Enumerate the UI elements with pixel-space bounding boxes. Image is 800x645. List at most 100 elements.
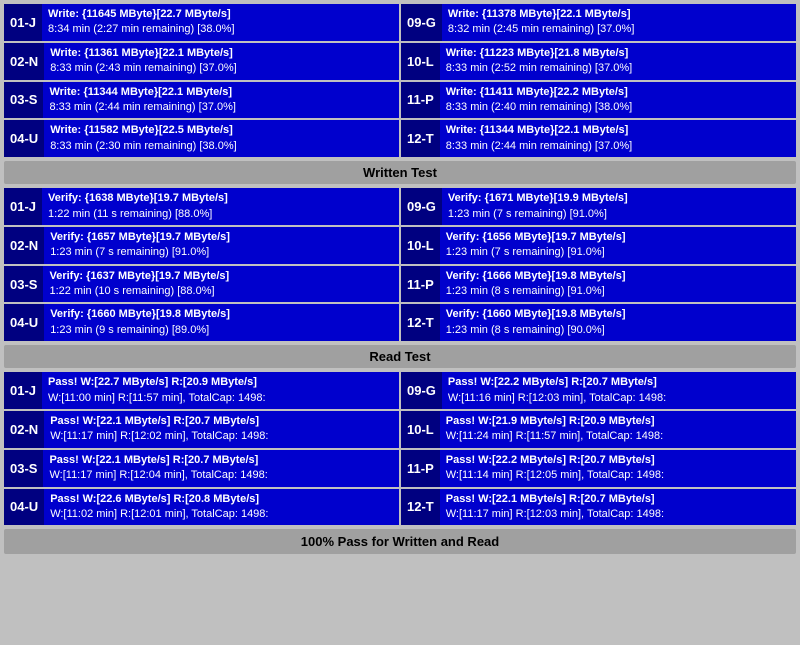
line1: Verify: {1637 MByte}[19.7 MByte/s]: [49, 269, 393, 284]
device-label: 04-U: [4, 489, 44, 526]
line1: Pass! W:[21.9 MByte/s] R:[20.9 MByte/s]: [446, 414, 790, 429]
cell-content: Write: {11411 MByte}[22.2 MByte/s] 8:33 …: [440, 82, 796, 119]
cell-04u: 04-U Pass! W:[22.6 MByte/s] R:[20.8 MByt…: [4, 489, 399, 526]
cell-03s: 03-S Write: {11344 MByte}[22.1 MByte/s] …: [4, 82, 399, 119]
status-bar: 100% Pass for Written and Read: [4, 529, 796, 554]
line1: Verify: {1656 MByte}[19.7 MByte/s]: [446, 230, 790, 245]
line2: 1:23 min (8 s remaining) [90.0%]: [446, 323, 790, 338]
cell-content: Verify: {1660 MByte}[19.8 MByte/s] 1:23 …: [44, 304, 399, 341]
cell-10l: 10-L Pass! W:[21.9 MByte/s] R:[20.9 MByt…: [401, 411, 796, 448]
line1: Verify: {1660 MByte}[19.8 MByte/s]: [446, 307, 790, 322]
device-label: 03-S: [4, 450, 43, 487]
cell-content: Verify: {1671 MByte}[19.9 MByte/s] 1:23 …: [442, 188, 796, 225]
cell-04u: 04-U Verify: {1660 MByte}[19.8 MByte/s] …: [4, 304, 399, 341]
line1: Write: {11582 MByte}[22.5 MByte/s]: [50, 123, 393, 138]
line1: Pass! W:[22.6 MByte/s] R:[20.8 MByte/s]: [50, 492, 393, 507]
write-section: 01-J Write: {11645 MByte}[22.7 MByte/s] …: [4, 4, 796, 184]
line1: Pass! W:[22.1 MByte/s] R:[20.7 MByte/s]: [49, 453, 393, 468]
cell-01j: 01-J Write: {11645 MByte}[22.7 MByte/s] …: [4, 4, 399, 41]
cell-02n: 02-N Verify: {1657 MByte}[19.7 MByte/s] …: [4, 227, 399, 264]
line2: W:[11:17 min] R:[12:03 min], TotalCap: 1…: [446, 507, 790, 522]
cell-content: Write: {11645 MByte}[22.7 MByte/s] 8:34 …: [42, 4, 399, 41]
device-label: 10-L: [401, 227, 440, 264]
line2: 1:23 min (9 s remaining) [89.0%]: [50, 323, 393, 338]
write-grid: 01-J Write: {11645 MByte}[22.7 MByte/s] …: [4, 4, 796, 157]
cell-02n: 02-N Write: {11361 MByte}[22.1 MByte/s] …: [4, 43, 399, 80]
device-label: 09-G: [401, 372, 442, 409]
device-label: 01-J: [4, 4, 42, 41]
line1: Verify: {1660 MByte}[19.8 MByte/s]: [50, 307, 393, 322]
cell-content: Write: {11223 MByte}[21.8 MByte/s] 8:33 …: [440, 43, 796, 80]
line1: Pass! W:[22.2 MByte/s] R:[20.7 MByte/s]: [446, 453, 790, 468]
cell-content: Write: {11344 MByte}[22.1 MByte/s] 8:33 …: [440, 120, 796, 157]
device-label: 04-U: [4, 120, 44, 157]
cell-content: Pass! W:[21.9 MByte/s] R:[20.9 MByte/s] …: [440, 411, 796, 448]
device-label: 03-S: [4, 266, 43, 303]
cell-content: Verify: {1637 MByte}[19.7 MByte/s] 1:22 …: [43, 266, 399, 303]
device-label: 09-G: [401, 188, 442, 225]
line2: 8:33 min (2:30 min remaining) [38.0%]: [50, 139, 393, 154]
line1: Pass! W:[22.7 MByte/s] R:[20.9 MByte/s]: [48, 375, 393, 390]
line2: W:[11:02 min] R:[12:01 min], TotalCap: 1…: [50, 507, 393, 522]
cell-content: Pass! W:[22.6 MByte/s] R:[20.8 MByte/s] …: [44, 489, 399, 526]
line2: 8:34 min (2:27 min remaining) [38.0%]: [48, 22, 393, 37]
line1: Pass! W:[22.1 MByte/s] R:[20.7 MByte/s]: [50, 414, 393, 429]
line2: 8:33 min (2:44 min remaining) [37.0%]: [49, 100, 393, 115]
cell-content: Pass! W:[22.1 MByte/s] R:[20.7 MByte/s] …: [44, 411, 399, 448]
cell-content: Verify: {1660 MByte}[19.8 MByte/s] 1:23 …: [440, 304, 796, 341]
cell-03s: 03-S Verify: {1637 MByte}[19.7 MByte/s] …: [4, 266, 399, 303]
line1: Write: {11344 MByte}[22.1 MByte/s]: [446, 123, 790, 138]
device-label: 02-N: [4, 43, 44, 80]
line2: 8:33 min (2:52 min remaining) [37.0%]: [446, 61, 790, 76]
cell-content: Pass! W:[22.1 MByte/s] R:[20.7 MByte/s] …: [43, 450, 399, 487]
cell-content: Pass! W:[22.1 MByte/s] R:[20.7 MByte/s] …: [440, 489, 796, 526]
line2: 8:32 min (2:45 min remaining) [37.0%]: [448, 22, 790, 37]
device-label: 01-J: [4, 372, 42, 409]
device-label: 03-S: [4, 82, 43, 119]
device-label: 04-U: [4, 304, 44, 341]
verify-grid: 01-J Verify: {1638 MByte}[19.7 MByte/s] …: [4, 188, 796, 341]
cell-12t: 12-T Write: {11344 MByte}[22.1 MByte/s] …: [401, 120, 796, 157]
cell-content: Write: {11361 MByte}[22.1 MByte/s] 8:33 …: [44, 43, 399, 80]
device-label: 10-L: [401, 43, 440, 80]
line1: Pass! W:[22.1 MByte/s] R:[20.7 MByte/s]: [446, 492, 790, 507]
cell-01j: 01-J Pass! W:[22.7 MByte/s] R:[20.9 MByt…: [4, 372, 399, 409]
device-label: 12-T: [401, 304, 440, 341]
device-label: 09-G: [401, 4, 442, 41]
device-label: 12-T: [401, 489, 440, 526]
line1: Verify: {1638 MByte}[19.7 MByte/s]: [48, 191, 393, 206]
cell-04u: 04-U Write: {11582 MByte}[22.5 MByte/s] …: [4, 120, 399, 157]
read-test-header: Read Test: [4, 345, 796, 368]
line2: W:[11:24 min] R:[11:57 min], TotalCap: 1…: [446, 429, 790, 444]
cell-content: Write: {11344 MByte}[22.1 MByte/s] 8:33 …: [43, 82, 399, 119]
cell-content: Pass! W:[22.2 MByte/s] R:[20.7 MByte/s] …: [440, 450, 796, 487]
read-grid: 01-J Pass! W:[22.7 MByte/s] R:[20.9 MByt…: [4, 372, 796, 525]
line2: 8:33 min (2:44 min remaining) [37.0%]: [446, 139, 790, 154]
read-section: 01-J Pass! W:[22.7 MByte/s] R:[20.9 MByt…: [4, 372, 796, 525]
device-label: 02-N: [4, 227, 44, 264]
device-label: 10-L: [401, 411, 440, 448]
cell-content: Verify: {1638 MByte}[19.7 MByte/s] 1:22 …: [42, 188, 399, 225]
cell-12t: 12-T Verify: {1660 MByte}[19.8 MByte/s] …: [401, 304, 796, 341]
line2: 1:22 min (11 s remaining) [88.0%]: [48, 207, 393, 222]
cell-09g: 09-G Write: {11378 MByte}[22.1 MByte/s] …: [401, 4, 796, 41]
line2: 8:33 min (2:40 min remaining) [38.0%]: [446, 100, 790, 115]
line1: Write: {11378 MByte}[22.1 MByte/s]: [448, 7, 790, 22]
cell-content: Pass! W:[22.7 MByte/s] R:[20.9 MByte/s] …: [42, 372, 399, 409]
device-label: 12-T: [401, 120, 440, 157]
line2: W:[11:17 min] R:[12:02 min], TotalCap: 1…: [50, 429, 393, 444]
line1: Write: {11411 MByte}[22.2 MByte/s]: [446, 85, 790, 100]
line1: Write: {11223 MByte}[21.8 MByte/s]: [446, 46, 790, 61]
cell-content: Verify: {1666 MByte}[19.8 MByte/s] 1:23 …: [440, 266, 796, 303]
device-label: 11-P: [401, 82, 440, 119]
line2: W:[11:17 min] R:[12:04 min], TotalCap: 1…: [49, 468, 393, 483]
line1: Verify: {1666 MByte}[19.8 MByte/s]: [446, 269, 790, 284]
cell-content: Verify: {1656 MByte}[19.7 MByte/s] 1:23 …: [440, 227, 796, 264]
cell-12t: 12-T Pass! W:[22.1 MByte/s] R:[20.7 MByt…: [401, 489, 796, 526]
line1: Pass! W:[22.2 MByte/s] R:[20.7 MByte/s]: [448, 375, 790, 390]
verify-section: 01-J Verify: {1638 MByte}[19.7 MByte/s] …: [4, 188, 796, 368]
line1: Verify: {1671 MByte}[19.9 MByte/s]: [448, 191, 790, 206]
cell-02n: 02-N Pass! W:[22.1 MByte/s] R:[20.7 MByt…: [4, 411, 399, 448]
device-label: 02-N: [4, 411, 44, 448]
line2: 8:33 min (2:43 min remaining) [37.0%]: [50, 61, 393, 76]
